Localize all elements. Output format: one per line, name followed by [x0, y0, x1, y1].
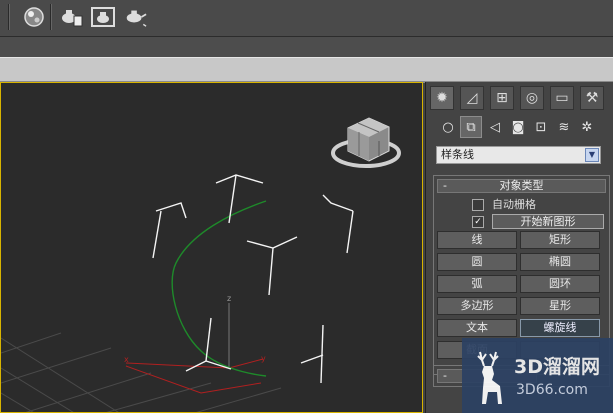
- rendered-frame-icon[interactable]: [91, 5, 115, 29]
- home-grid: [1, 332, 282, 412]
- start-new-shape-checkbox[interactable]: ✓: [472, 215, 484, 228]
- ngon-button[interactable]: 多边形: [437, 297, 517, 315]
- systems-icon[interactable]: ✲: [576, 116, 598, 138]
- object-type-rollout-header[interactable]: - 对象类型: [437, 179, 606, 193]
- create-tab-icon[interactable]: ✹: [430, 86, 454, 110]
- command-panel-tabs: ✹ ◿ ⊞ ◎ ▭ ⚒: [430, 86, 610, 110]
- axis-label-y: y: [261, 354, 266, 363]
- toolbar-gap: [0, 37, 613, 57]
- cameras-icon[interactable]: ◙: [507, 116, 529, 138]
- helix-button[interactable]: 螺旋线: [520, 319, 600, 337]
- circle-button[interactable]: 圆: [437, 253, 517, 271]
- text-button[interactable]: 文本: [437, 319, 517, 337]
- rectangle-button[interactable]: 矩形: [520, 231, 600, 249]
- render-icon[interactable]: [123, 5, 147, 29]
- category-dropdown[interactable]: 样条线 ▼: [436, 146, 601, 164]
- watermark-title: 3D溜溜网: [514, 356, 600, 378]
- hierarchy-tab-icon[interactable]: ⊞: [490, 86, 514, 110]
- collapse-icon: -: [443, 179, 447, 192]
- rollout-title: 对象类型: [499, 179, 544, 192]
- material-editor-icon[interactable]: [22, 5, 46, 29]
- auto-grid-row: 自动栅格: [472, 198, 536, 212]
- spacewarps-icon[interactable]: ≋: [553, 116, 575, 138]
- arc-button[interactable]: 弧: [437, 275, 517, 293]
- deer-logo-icon: [477, 351, 502, 404]
- star-button[interactable]: 星形: [520, 297, 600, 315]
- shapes-icon[interactable]: ⧉: [460, 116, 482, 138]
- viewcube[interactable]: [331, 117, 401, 168]
- ellipse-button[interactable]: 椭圆: [520, 253, 600, 271]
- auto-grid-checkbox[interactable]: [472, 199, 484, 211]
- viewport-scene: z x y: [1, 117, 401, 412]
- donut-button[interactable]: 圆环: [520, 275, 600, 293]
- line-button[interactable]: 线: [437, 231, 517, 249]
- category-dropdown-value: 样条线: [441, 148, 474, 161]
- collapse-icon: -: [443, 369, 447, 382]
- utilities-tab-icon[interactable]: ⚒: [580, 86, 604, 110]
- toolbar-separator: [8, 4, 10, 30]
- start-new-shape-row: ✓ 开始新图形: [472, 214, 604, 229]
- ribbon-bar: [0, 57, 613, 83]
- watermark-url: 3D66.com: [516, 382, 588, 398]
- motion-tab-icon[interactable]: ◎: [520, 86, 544, 110]
- auto-grid-label: 自动栅格: [492, 198, 536, 211]
- helix-spline[interactable]: [171, 200, 267, 377]
- toolbar-separator: [50, 4, 52, 30]
- geometry-icon[interactable]: ○: [437, 116, 459, 138]
- axis-label-x: x: [124, 355, 129, 364]
- ground-axis-trace: [125, 365, 262, 394]
- start-new-shape-button[interactable]: 开始新图形: [492, 214, 604, 229]
- perspective-viewport[interactable]: z x y: [0, 82, 423, 413]
- site-watermark: 3D溜溜网 3D66.com: [462, 338, 613, 413]
- y-axis-line: [228, 358, 264, 369]
- main-toolbar: [0, 0, 613, 37]
- axis-label-z: z: [227, 294, 231, 303]
- render-setup-icon[interactable]: [60, 5, 84, 29]
- create-subcategory-icons: ○ ⧉ ◁ ◙ ⊡ ≋ ✲: [434, 116, 610, 138]
- modify-tab-icon[interactable]: ◿: [460, 86, 484, 110]
- helpers-icon[interactable]: ⊡: [530, 116, 552, 138]
- display-tab-icon[interactable]: ▭: [550, 86, 574, 110]
- chevron-down-icon[interactable]: ▼: [585, 148, 599, 162]
- lights-icon[interactable]: ◁: [484, 116, 506, 138]
